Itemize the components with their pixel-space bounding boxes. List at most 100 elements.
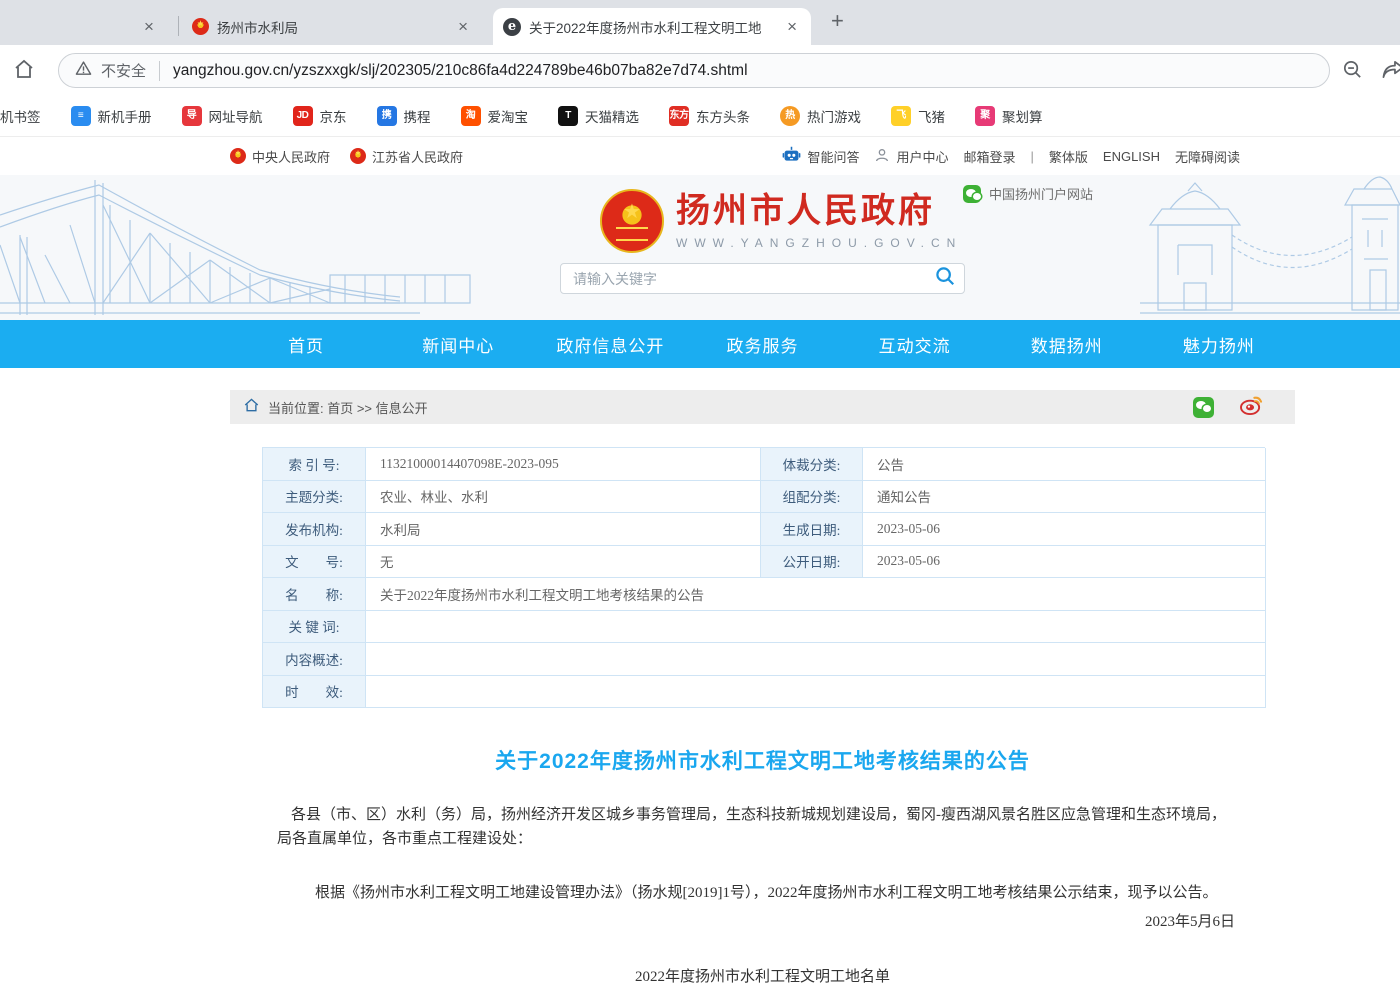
home-icon [244,398,259,417]
breadcrumb-path[interactable]: 当前位置: 首页 >> 信息公开 [268,398,428,417]
divider [159,61,160,81]
nav-charming-yangzhou[interactable]: 魅力扬州 [1143,320,1295,368]
url-field[interactable]: 不安全 yangzhou.gov.cn/yzszxxgk/slj/202305/… [58,53,1330,88]
link-traditional-chinese[interactable]: 繁体版 [1049,147,1088,166]
bookmark-manual[interactable]: ≡ 新机手册 [71,106,152,126]
meta-label: 体裁分类: [761,448,863,481]
main-nav: 首页 新闻中心 政府信息公开 政务服务 互动交流 数据扬州 魅力扬州 [0,320,1400,368]
url-nav-icon: 导 [182,106,202,126]
close-icon[interactable]: × [783,16,801,37]
search-icon[interactable] [934,265,956,292]
bookmark-aitaobao[interactable]: 淘 爱淘宝 [461,106,529,126]
pavilion-sketch-right [1140,175,1400,320]
nav-data-yangzhou[interactable]: 数据扬州 [991,320,1143,368]
link-english[interactable]: ENGLISH [1103,149,1160,164]
article-body: 各县（市、区）水利（务）局，扬州经济开发区城乡事务管理局，生态科技新城规划建设局… [277,803,1235,905]
wechat-share-icon[interactable] [1193,397,1214,418]
bookmark-fliggy[interactable]: 飞 飞猪 [891,106,945,126]
meta-label: 索 引 号: [263,448,366,481]
ctrip-icon: 携 [377,106,397,126]
gov-emblem-icon [350,148,366,164]
nav-info-disclosure[interactable]: 政府信息公开 [534,320,686,368]
breadcrumb: 当前位置: 首页 >> 信息公开 [230,390,1295,424]
nav-news-center[interactable]: 新闻中心 [382,320,534,368]
security-label[interactable]: 不安全 [101,60,146,81]
zoom-out-icon[interactable] [1341,58,1364,86]
close-icon[interactable]: × [140,16,158,37]
meta-label: 内容概述: [263,643,366,676]
meta-label: 生成日期: [761,513,863,546]
tab-yangzhou-water-bureau[interactable]: 扬州市水利局 × [182,8,482,45]
meta-value-created-date: 2023-05-06 [863,513,1266,546]
share-icon[interactable] [1381,58,1400,86]
gov-emblem-icon [230,148,246,164]
bookmark-tmall[interactable]: T 天猫精选 [558,106,639,126]
tab-active-announcement[interactable]: 关于2022年度扬州市水利工程文明工地 × [493,8,811,45]
weibo-share-icon[interactable] [1240,394,1263,420]
article-paragraph: 各县（市、区）水利（务）局，扬州经济开发区城乡事务管理局，生态科技新城规划建设局… [277,803,1235,851]
bookmark-hot-games[interactable]: 热 热门游戏 [780,106,861,126]
document-meta-table: 索 引 号: 11321000014407098E-2023-095 体裁分类:… [262,447,1265,708]
home-icon[interactable] [12,57,36,86]
tmall-icon: T [558,106,578,126]
site-header: 扬州市人民政府 WWW.YANGZHOU.GOV.CN 中国扬州门户网站 [0,175,1400,320]
link-smart-qa[interactable]: 智能问答 [782,146,859,166]
browser-favicon [503,18,521,36]
meta-value-keywords [366,611,1266,644]
portal-tag[interactable]: 中国扬州门户网站 [963,184,1093,203]
search-input[interactable] [573,271,934,287]
site-domain: WWW.YANGZHOU.GOV.CN [676,236,962,250]
not-secure-warning-icon [75,60,92,82]
link-central-gov[interactable]: 中央人民政府 [230,147,330,166]
nav-interaction[interactable]: 互动交流 [839,320,991,368]
link-jiangsu-gov[interactable]: 江苏省人民政府 [350,147,463,166]
tab-partial[interactable]: × [130,8,168,45]
bookmark-url-nav[interactable]: 导 网址导航 [182,106,263,126]
meta-label: 名 称: [263,578,366,611]
bookmark-juhuasuan[interactable]: 聚 聚划算 [975,106,1043,126]
meta-label: 主题分类: [263,481,366,514]
nav-gov-services[interactable]: 政务服务 [686,320,838,368]
browser-address-bar: 不安全 yangzhou.gov.cn/yzszxxgk/slj/202305/… [0,45,1400,95]
meta-label: 组配分类: [761,481,863,514]
meta-value-index-number: 11321000014407098E-2023-095 [366,448,761,481]
bookmarks-bar: 机书签 ≡ 新机手册 导 网址导航 JD 京东 携 携程 淘 爱淘宝 T 天猫精… [0,95,1400,137]
gov-utility-bar: 中央人民政府 江苏省人民政府 智能问答 用户中心 邮箱登录 [0,137,1400,175]
site-name: 扬州市人民政府 [676,192,962,231]
taobao-icon: 淘 [461,106,481,126]
user-icon [874,147,890,166]
new-tab-button[interactable]: + [831,10,844,32]
meta-value-summary [366,643,1266,676]
fliggy-icon: 飞 [891,106,911,126]
meta-label: 文 号: [263,546,366,579]
link-mail-login[interactable]: 邮箱登录 [963,147,1015,166]
meta-label: 发布机构: [263,513,366,546]
site-logo[interactable]: 扬州市人民政府 WWW.YANGZHOU.GOV.CN [600,189,962,253]
tab-divider [178,16,179,36]
bookmark-jd[interactable]: JD 京东 [293,106,347,126]
jd-icon: JD [293,106,313,126]
meta-label: 时 效: [263,676,366,709]
article-paragraph: 根据《扬州市水利工程文明工地建设管理办法》（扬水规[2019]1号），2022年… [277,881,1235,905]
meta-label: 关 键 词: [263,611,366,644]
bookmark-eastday[interactable]: 东方 东方头条 [669,106,750,126]
meta-value-publish-date: 2023-05-06 [863,546,1266,579]
juhuasuan-icon: 聚 [975,106,995,126]
meta-value-title: 关于2022年度扬州市水利工程文明工地考核结果的公告 [366,578,1266,611]
meta-value-topic: 农业、林业、水利 [366,481,761,514]
page-url[interactable]: yangzhou.gov.cn/yzszxxgk/slj/202305/210c… [173,62,748,80]
site-search [560,263,965,294]
robot-icon [782,146,801,166]
national-emblem-icon [600,189,664,253]
article-date: 2023年5月6日 [277,910,1235,931]
nav-home[interactable]: 首页 [230,320,382,368]
close-icon[interactable]: × [454,16,472,37]
link-user-center[interactable]: 用户中心 [874,147,948,166]
meta-value-doc-number: 无 [366,546,761,579]
meta-value-validity [366,676,1266,709]
bookmark-ctrip[interactable]: 携 携程 [377,106,431,126]
tab-title: 扬州市水利局 [217,17,446,37]
link-accessibility[interactable]: 无障碍阅读 [1175,147,1240,166]
bookmark-phone-bookmarks[interactable]: 机书签 [0,106,41,126]
wechat-icon [963,185,981,203]
